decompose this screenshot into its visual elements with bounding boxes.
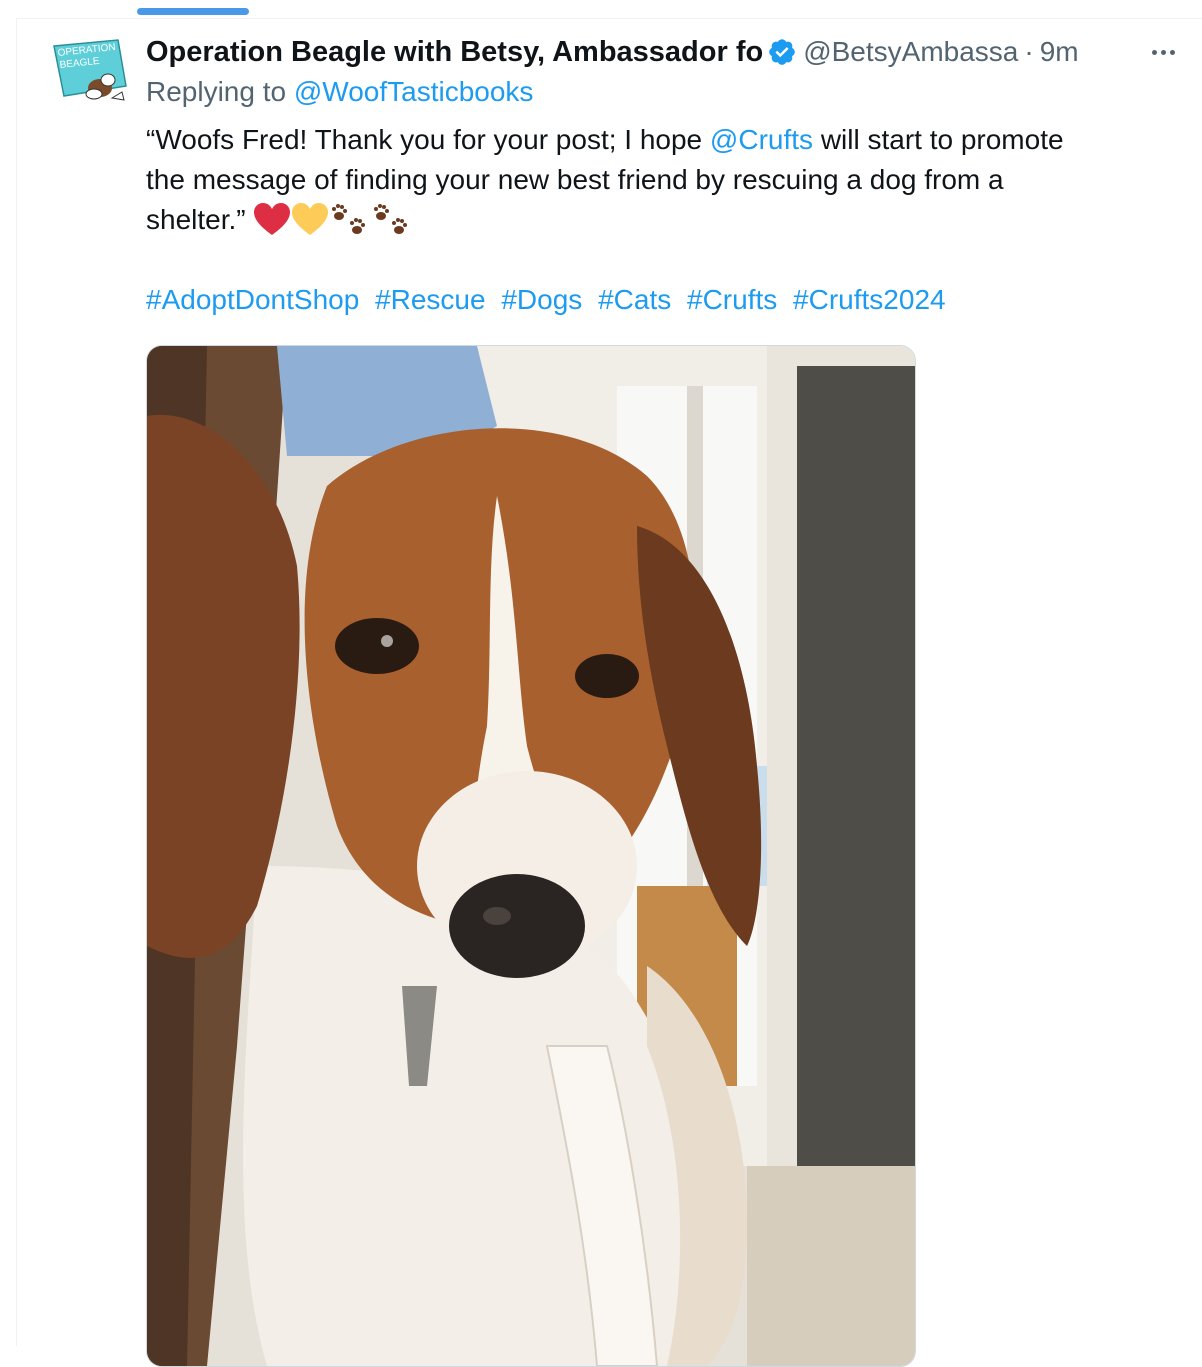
- hashtag-link[interactable]: #AdoptDontShop: [146, 284, 359, 315]
- tweet-text-line-1: “Woofs Fred! Thank you for your post; I …: [146, 120, 1176, 160]
- replying-to: Replying to @WoofTasticbooks: [146, 76, 533, 108]
- hashtag-link[interactable]: #Dogs: [501, 284, 582, 315]
- avatar[interactable]: OPERATION BEAGLE: [50, 36, 130, 108]
- paw-prints-icon: [373, 204, 407, 234]
- hashtag-link[interactable]: #Crufts: [687, 284, 777, 315]
- tweet-text: “Woofs Fred! Thank you for your post; I …: [146, 120, 1176, 240]
- hashtag-link[interactable]: #Cats: [598, 284, 671, 315]
- red-heart-icon: [253, 203, 290, 235]
- yellow-heart-icon: [291, 203, 328, 235]
- text-segment: “Woofs Fred! Thank you for your post; I …: [146, 124, 703, 155]
- timestamp[interactable]: 9m: [1040, 36, 1079, 68]
- text-segment: will start to promote: [820, 124, 1064, 155]
- tweet-text-line-3: shelter.”: [146, 200, 1176, 240]
- tweet-header: Operation Beagle with Betsy, Ambassador …: [146, 28, 1186, 76]
- hashtag-link[interactable]: #Rescue: [375, 284, 486, 315]
- replying-prefix: Replying to: [146, 76, 287, 107]
- text-segment: the message of finding your new best fri…: [146, 164, 1004, 195]
- timeline-divider: [16, 18, 1202, 19]
- display-name[interactable]: Operation Beagle with Betsy, Ambassador …: [146, 36, 763, 69]
- mention-link[interactable]: @Crufts: [710, 120, 813, 160]
- paw-prints-icon: [331, 204, 365, 234]
- tweet-text-line-2: the message of finding your new best fri…: [146, 160, 1176, 200]
- active-tab-indicator: [137, 8, 249, 15]
- user-handle[interactable]: @BetsyAmbassa: [803, 36, 1018, 68]
- tweet-photo[interactable]: [146, 345, 916, 1367]
- emoji-row: [253, 202, 412, 238]
- text-segment: shelter.”: [146, 204, 246, 235]
- column-border: [16, 18, 17, 1346]
- replying-to-link[interactable]: @WoofTasticbooks: [294, 76, 534, 107]
- hashtag-list: #AdoptDontShop #Rescue #Dogs #Cats #Cruf…: [146, 280, 954, 320]
- more-options-icon[interactable]: [1142, 28, 1184, 76]
- separator-dot: ·: [1024, 36, 1034, 67]
- hashtag-link[interactable]: #Crufts2024: [793, 284, 946, 315]
- verified-badge-icon[interactable]: [767, 37, 797, 67]
